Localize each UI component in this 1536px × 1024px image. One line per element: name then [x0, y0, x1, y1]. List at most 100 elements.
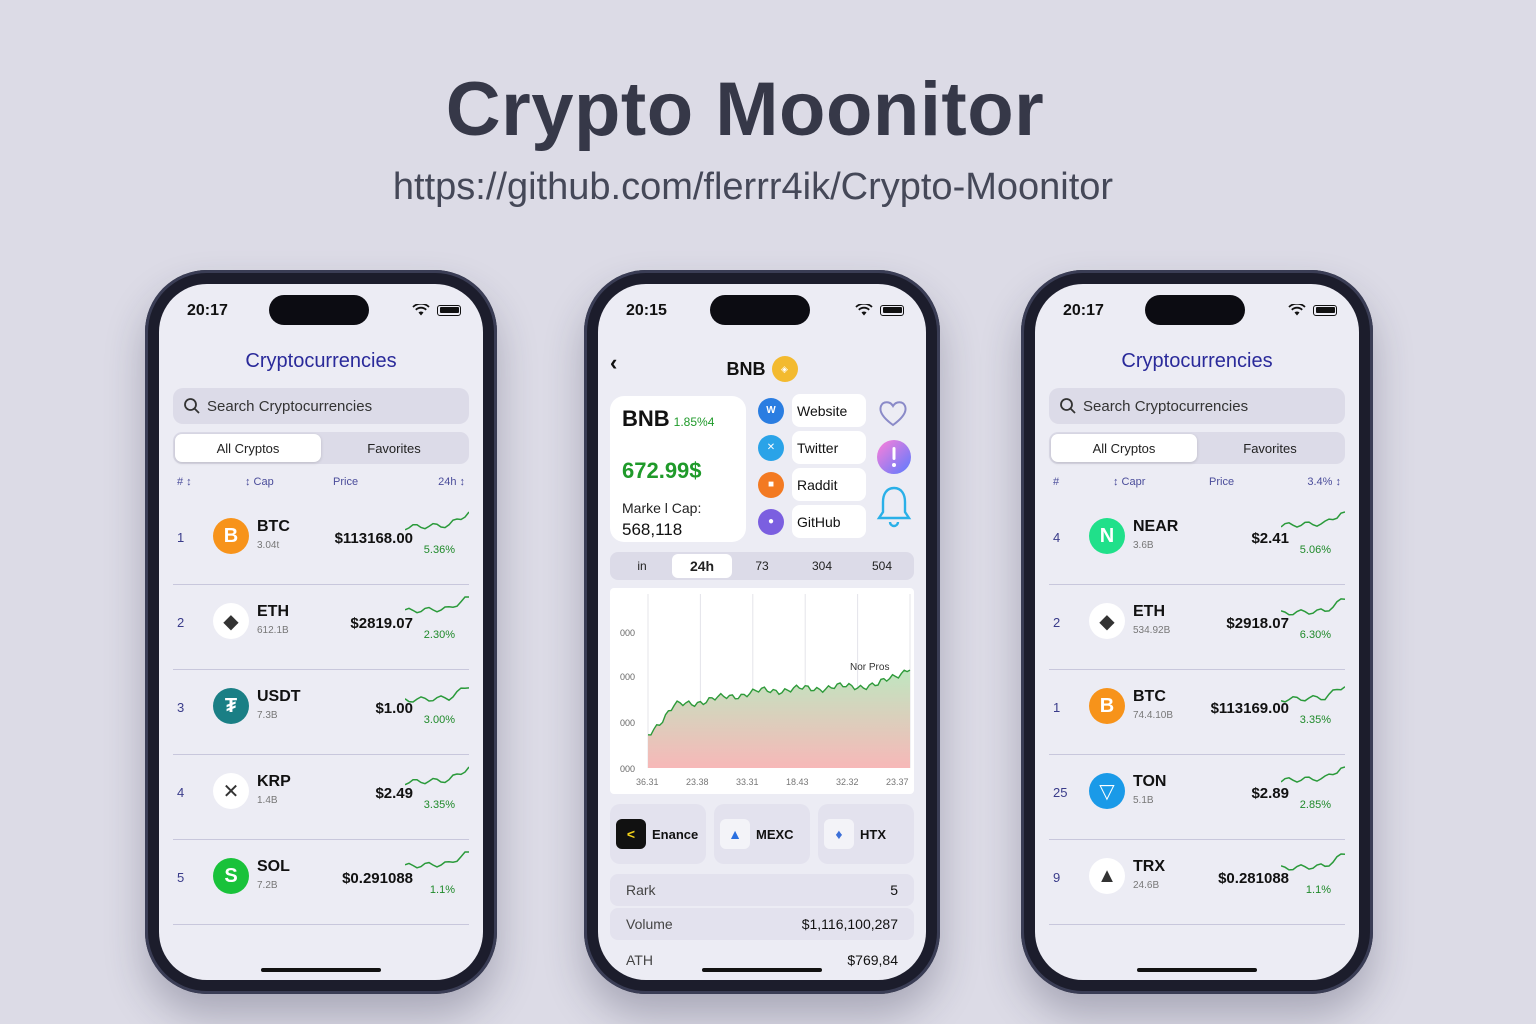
tron-icon: ▲ [1089, 858, 1125, 894]
status-icons [1288, 304, 1337, 316]
coin-change: 3.35% [1299, 714, 1331, 726]
timeframe-tab[interactable]: 504 [852, 554, 912, 578]
coin-row[interactable]: 2 ◆ ETH 612.1B $2819.07 2.30% [173, 585, 469, 670]
stat-label: Rark [626, 882, 656, 898]
coin-symbol: USDT [257, 688, 301, 705]
bitcoin-icon: B [213, 518, 249, 554]
col-cap[interactable]: ↕ Capr [1113, 476, 1145, 488]
coin-row[interactable]: 1 B BTC 74.4.10B $113169.00 3.35% [1049, 670, 1345, 755]
coin-row[interactable]: 1 B BTC 3.04t $113168.00 5.36% [173, 500, 469, 585]
col-change[interactable]: 24h ↕ [438, 476, 465, 488]
coin-row[interactable]: 4 N NEAR 3.6B $2.41 5.06% [1049, 500, 1345, 585]
coin-change: 2.30% [423, 629, 455, 641]
coin-row[interactable]: 5 S SOL 7.2B $0.291088 1.1% [173, 840, 469, 925]
phone-screen: 20:15 ‹ BNB ◈ BNB 1.85%4 672.99$ Marke l … [598, 284, 926, 980]
timeframe-tab[interactable]: 73 [732, 554, 792, 578]
stat-volume: Volume $1,116,100,287 [610, 908, 914, 940]
coin-price: $2918.07 [1226, 615, 1289, 632]
x-tick-label: 18.43 [786, 777, 809, 787]
column-headers: # ↕ Capr Price 3.4% ↕ [1053, 476, 1341, 490]
chart-annotation: Nor Pros [850, 662, 889, 673]
link-item[interactable]: ● GitHub [758, 505, 866, 538]
col-rank[interactable]: # ↕ [177, 476, 192, 488]
tab-all-cryptos[interactable]: All Cryptos [175, 434, 321, 462]
wifi-icon [855, 304, 873, 316]
repo-url[interactable]: https://github.com/flerrr4ik/Crypto-Moon… [0, 166, 1506, 209]
side-actions [876, 396, 912, 533]
coin-change: 5.36% [423, 544, 455, 556]
coin-row[interactable]: 25 ▽ TON 5.1B $2.89 2.85% [1049, 755, 1345, 840]
coin-rank: 5 [177, 870, 185, 885]
bitcoin-icon: B [1089, 688, 1125, 724]
coin-market-cap: 5.1B [1133, 795, 1154, 806]
col-price[interactable]: Price [1209, 476, 1234, 488]
coin-market-cap: 612.1B [257, 625, 289, 636]
link-item[interactable]: ■ Raddit [758, 468, 866, 501]
col-rank[interactable]: # [1053, 476, 1059, 488]
timeframe-tab[interactable]: 304 [792, 554, 852, 578]
home-indicator[interactable] [261, 968, 381, 972]
page-title: Cryptocurrencies [1121, 350, 1273, 372]
coin-symbol: ETH [1133, 603, 1165, 620]
phone-screen: 20:17 Cryptocurrencies All Cryptos Favor… [159, 284, 483, 980]
price-card-price: 672.99$ [622, 458, 702, 483]
col-cap[interactable]: ↕ Cap [245, 476, 274, 488]
link-item[interactable]: W Website [758, 394, 866, 427]
search-input[interactable] [207, 397, 427, 415]
bnb-logo-icon: ◈ [771, 356, 798, 382]
coin-title: BNB [726, 358, 766, 379]
search-input[interactable] [1083, 397, 1303, 415]
near-icon: N [1089, 518, 1125, 554]
price-chart-svg: 00000000000036.31 23.38 33.31 18.43 32.32 23.… [620, 594, 911, 787]
tab-favorites[interactable]: Favorites [321, 434, 467, 462]
coin-market-cap: 3.6B [1133, 540, 1154, 551]
phone-right: 20:17 Cryptocurrencies All Cryptos Favor… [1021, 270, 1373, 994]
dynamic-island [269, 295, 369, 325]
sparkline-chart [1281, 511, 1345, 528]
price-chart[interactable]: 000 000 000 000 36.31 23.38 33.31 18.43 32.32 23.… [610, 588, 914, 794]
col-price[interactable]: Price [333, 476, 358, 488]
coin-row[interactable]: 2 ◆ ETH 534.92B $2918.07 6.30% [1049, 585, 1345, 670]
exchange-card[interactable]: < Enance [610, 804, 706, 864]
search-bar[interactable] [173, 388, 469, 424]
tab-favorites[interactable]: Favorites [1197, 434, 1343, 462]
sparkline-chart [405, 687, 469, 703]
coin-change: 6.30% [1299, 629, 1331, 641]
market-cap-label: Marke l Cap: [622, 500, 702, 516]
col-change[interactable]: 3.4% ↕ [1307, 476, 1341, 488]
detail-title: BNB ◈ [598, 356, 926, 382]
coin-rank: 4 [1053, 530, 1061, 545]
alert-icon[interactable] [876, 437, 912, 477]
coin-rank: 1 [1053, 700, 1061, 715]
segment-control: All Cryptos Favorites [1049, 432, 1345, 464]
coin-row[interactable]: 9 ▲ TRX 24.6B $0.281088 1.1% [1049, 840, 1345, 925]
link-item[interactable]: ✕ Twitter [758, 431, 866, 464]
coin-market-cap: 24.6B [1133, 880, 1160, 891]
timeframe-tab[interactable]: in [612, 554, 672, 578]
coin-change: 2.85% [1299, 799, 1331, 811]
sparkline-chart [1281, 598, 1345, 616]
timeframe-tab[interactable]: 24h [672, 554, 732, 578]
xrp-icon: ✕ [213, 773, 249, 809]
bell-icon[interactable] [876, 484, 912, 528]
search-icon [184, 398, 200, 414]
search-bar[interactable] [1049, 388, 1345, 424]
exchange-card[interactable]: ▲ MEXC [714, 804, 810, 864]
coin-row[interactable]: 4 ✕ KRP 1.4B $2.49 3.35% [173, 755, 469, 840]
exchange-card[interactable]: ♦ HTX [818, 804, 914, 864]
sparkline-chart [1281, 686, 1345, 703]
home-indicator[interactable] [1137, 968, 1257, 972]
home-indicator[interactable] [702, 968, 822, 972]
coin-symbol: KRP [257, 773, 291, 790]
y-tick-label: 000 [620, 628, 635, 638]
coin-row[interactable]: 3 ₮ USDT 7.3B $1.00 3.00% [173, 670, 469, 755]
status-time: 20:15 [626, 302, 667, 319]
sparkline-chart [405, 851, 469, 869]
y-tick-label: 000 [620, 718, 635, 728]
battery-icon [1313, 304, 1337, 316]
ethereum-icon: ◆ [1089, 603, 1125, 639]
tab-all-cryptos[interactable]: All Cryptos [1051, 434, 1197, 462]
reddit-icon: ■ [758, 471, 784, 498]
heart-icon[interactable] [876, 396, 910, 430]
coin-rank: 4 [177, 785, 185, 800]
